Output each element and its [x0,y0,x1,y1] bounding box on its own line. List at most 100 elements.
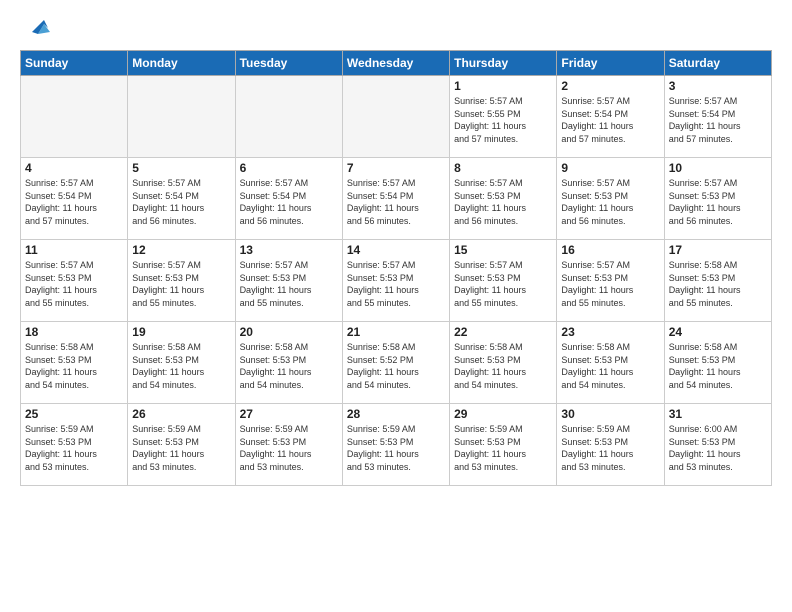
day-info: Sunrise: 5:59 AM Sunset: 5:53 PM Dayligh… [454,423,552,473]
calendar-cell [342,76,449,158]
calendar-cell: 24 Sunrise: 5:58 AM Sunset: 5:53 PM Dayli… [664,322,771,404]
day-info: Sunrise: 5:57 AM Sunset: 5:55 PM Dayligh… [454,95,552,145]
weekday-saturday: Saturday [664,51,771,76]
day-number: 21 [347,325,445,339]
day-number: 17 [669,243,767,257]
calendar-cell: 12 Sunrise: 5:57 AM Sunset: 5:53 PM Dayli… [128,240,235,322]
day-info: Sunrise: 5:57 AM Sunset: 5:53 PM Dayligh… [25,259,123,309]
calendar-cell: 4 Sunrise: 5:57 AM Sunset: 5:54 PM Daylig… [21,158,128,240]
day-number: 11 [25,243,123,257]
day-info: Sunrise: 5:57 AM Sunset: 5:54 PM Dayligh… [240,177,338,227]
day-number: 18 [25,325,123,339]
day-number: 19 [132,325,230,339]
weekday-monday: Monday [128,51,235,76]
calendar-cell: 21 Sunrise: 5:58 AM Sunset: 5:52 PM Dayli… [342,322,449,404]
day-number: 20 [240,325,338,339]
weekday-sunday: Sunday [21,51,128,76]
calendar: SundayMondayTuesdayWednesdayThursdayFrid… [20,50,772,486]
weekday-thursday: Thursday [450,51,557,76]
day-info: Sunrise: 5:57 AM Sunset: 5:54 PM Dayligh… [347,177,445,227]
day-info: Sunrise: 5:58 AM Sunset: 5:53 PM Dayligh… [669,341,767,391]
day-info: Sunrise: 5:57 AM Sunset: 5:53 PM Dayligh… [454,177,552,227]
calendar-cell: 19Sunrise: 5:58 AM Sunset: 5:53 PM Dayli… [128,322,235,404]
calendar-cell: 20 Sunrise: 5:58 AM Sunset: 5:53 PM Dayli… [235,322,342,404]
day-number: 29 [454,407,552,421]
calendar-cell: 22Sunrise: 5:58 AM Sunset: 5:53 PM Dayli… [450,322,557,404]
day-info: Sunrise: 5:58 AM Sunset: 5:53 PM Dayligh… [669,259,767,309]
day-number: 27 [240,407,338,421]
week-row-3: 11 Sunrise: 5:57 AM Sunset: 5:53 PM Dayli… [21,240,772,322]
day-number: 24 [669,325,767,339]
day-info: Sunrise: 5:58 AM Sunset: 5:52 PM Dayligh… [347,341,445,391]
calendar-cell [21,76,128,158]
calendar-cell: 5Sunrise: 5:57 AM Sunset: 5:54 PM Daylig… [128,158,235,240]
calendar-cell: 15Sunrise: 5:57 AM Sunset: 5:53 PM Dayli… [450,240,557,322]
header [20,16,772,40]
weekday-tuesday: Tuesday [235,51,342,76]
day-info: Sunrise: 5:57 AM Sunset: 5:54 PM Dayligh… [25,177,123,227]
day-number: 13 [240,243,338,257]
calendar-cell: 31 Sunrise: 6:00 AM Sunset: 5:53 PM Dayli… [664,404,771,486]
day-info: Sunrise: 5:58 AM Sunset: 5:53 PM Dayligh… [25,341,123,391]
day-info: Sunrise: 5:57 AM Sunset: 5:53 PM Dayligh… [240,259,338,309]
weekday-wednesday: Wednesday [342,51,449,76]
day-info: Sunrise: 5:58 AM Sunset: 5:53 PM Dayligh… [561,341,659,391]
calendar-cell: 18 Sunrise: 5:58 AM Sunset: 5:53 PM Dayli… [21,322,128,404]
calendar-cell: 13 Sunrise: 5:57 AM Sunset: 5:53 PM Dayli… [235,240,342,322]
week-row-4: 18 Sunrise: 5:58 AM Sunset: 5:53 PM Dayli… [21,322,772,404]
day-info: Sunrise: 6:00 AM Sunset: 5:53 PM Dayligh… [669,423,767,473]
day-number: 23 [561,325,659,339]
day-info: Sunrise: 5:59 AM Sunset: 5:53 PM Dayligh… [25,423,123,473]
week-row-2: 4 Sunrise: 5:57 AM Sunset: 5:54 PM Daylig… [21,158,772,240]
calendar-cell: 9 Sunrise: 5:57 AM Sunset: 5:53 PM Daylig… [557,158,664,240]
calendar-cell: 29 Sunrise: 5:59 AM Sunset: 5:53 PM Dayli… [450,404,557,486]
day-number: 9 [561,161,659,175]
calendar-cell: 28Sunrise: 5:59 AM Sunset: 5:53 PM Dayli… [342,404,449,486]
day-info: Sunrise: 5:58 AM Sunset: 5:53 PM Dayligh… [240,341,338,391]
calendar-cell: 27 Sunrise: 5:59 AM Sunset: 5:53 PM Dayli… [235,404,342,486]
week-row-5: 25 Sunrise: 5:59 AM Sunset: 5:53 PM Dayli… [21,404,772,486]
calendar-cell: 8 Sunrise: 5:57 AM Sunset: 5:53 PM Daylig… [450,158,557,240]
calendar-cell [128,76,235,158]
day-number: 10 [669,161,767,175]
calendar-cell: 23 Sunrise: 5:58 AM Sunset: 5:53 PM Dayli… [557,322,664,404]
day-info: Sunrise: 5:57 AM Sunset: 5:54 PM Dayligh… [669,95,767,145]
day-number: 12 [132,243,230,257]
calendar-cell: 25 Sunrise: 5:59 AM Sunset: 5:53 PM Dayli… [21,404,128,486]
day-number: 1 [454,79,552,93]
calendar-cell: 6 Sunrise: 5:57 AM Sunset: 5:54 PM Daylig… [235,158,342,240]
day-info: Sunrise: 5:59 AM Sunset: 5:53 PM Dayligh… [132,423,230,473]
calendar-cell: 14Sunrise: 5:57 AM Sunset: 5:53 PM Dayli… [342,240,449,322]
day-number: 31 [669,407,767,421]
day-info: Sunrise: 5:57 AM Sunset: 5:54 PM Dayligh… [132,177,230,227]
calendar-cell: 1 Sunrise: 5:57 AM Sunset: 5:55 PM Daylig… [450,76,557,158]
day-number: 4 [25,161,123,175]
day-info: Sunrise: 5:57 AM Sunset: 5:53 PM Dayligh… [454,259,552,309]
day-number: 30 [561,407,659,421]
calendar-cell [235,76,342,158]
calendar-cell: 16Sunrise: 5:57 AM Sunset: 5:53 PM Dayli… [557,240,664,322]
calendar-cell: 7 Sunrise: 5:57 AM Sunset: 5:54 PM Daylig… [342,158,449,240]
day-number: 22 [454,325,552,339]
day-info: Sunrise: 5:59 AM Sunset: 5:53 PM Dayligh… [240,423,338,473]
day-info: Sunrise: 5:57 AM Sunset: 5:53 PM Dayligh… [132,259,230,309]
day-number: 14 [347,243,445,257]
day-info: Sunrise: 5:59 AM Sunset: 5:53 PM Dayligh… [561,423,659,473]
calendar-cell: 17 Sunrise: 5:58 AM Sunset: 5:53 PM Dayli… [664,240,771,322]
day-info: Sunrise: 5:57 AM Sunset: 5:54 PM Dayligh… [561,95,659,145]
day-number: 26 [132,407,230,421]
day-number: 25 [25,407,123,421]
weekday-header-row: SundayMondayTuesdayWednesdayThursdayFrid… [21,51,772,76]
day-number: 6 [240,161,338,175]
day-info: Sunrise: 5:57 AM Sunset: 5:53 PM Dayligh… [561,177,659,227]
day-number: 16 [561,243,659,257]
day-number: 7 [347,161,445,175]
calendar-cell: 30 Sunrise: 5:59 AM Sunset: 5:53 PM Dayli… [557,404,664,486]
weekday-friday: Friday [557,51,664,76]
day-number: 8 [454,161,552,175]
day-info: Sunrise: 5:59 AM Sunset: 5:53 PM Dayligh… [347,423,445,473]
day-number: 3 [669,79,767,93]
calendar-cell: 11 Sunrise: 5:57 AM Sunset: 5:53 PM Dayli… [21,240,128,322]
calendar-cell: 26 Sunrise: 5:59 AM Sunset: 5:53 PM Dayli… [128,404,235,486]
page: SundayMondayTuesdayWednesdayThursdayFrid… [0,0,792,612]
